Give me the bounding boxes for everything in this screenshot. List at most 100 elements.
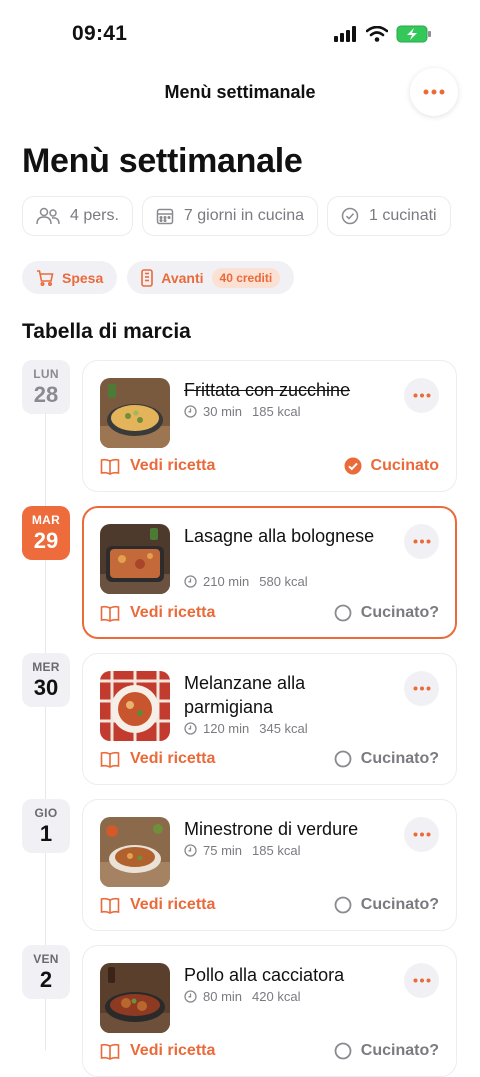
dish-meta: 80 min 420 kcal (184, 989, 300, 1004)
dish-kcal: 580 kcal (259, 574, 308, 589)
view-recipe-label: Vedi ricetta (130, 457, 216, 474)
day-number: 2 (39, 966, 53, 992)
cart-icon (37, 269, 54, 286)
signal-icon (334, 26, 356, 42)
view-recipe-label: Vedi ricetta (130, 896, 216, 913)
cooked-toggle[interactable]: Cucinato? (334, 750, 439, 768)
meal-card[interactable]: Melanzane alla parmigiana 120 min 345 kc… (82, 653, 457, 785)
cooked-toggle[interactable]: Cucinato? (334, 896, 439, 914)
dish-title: Frittata con zucchine (184, 380, 351, 400)
dish-photo (100, 671, 170, 741)
chip-people[interactable]: 4 pers. (22, 196, 133, 236)
more-options-button[interactable] (410, 68, 458, 116)
phone-icon (141, 268, 154, 287)
card-more-button[interactable] (404, 524, 439, 559)
dish-kcal: 345 kcal (259, 721, 308, 736)
meal-card[interactable]: Pollo alla cacciatora 80 min 420 kcal Ve… (82, 945, 457, 1077)
book-icon (100, 1043, 120, 1060)
day-number: 1 (39, 820, 53, 846)
calendar-icon (156, 208, 174, 225)
dish-time: 30 min (203, 404, 243, 419)
chip-cooked-label: 1 cucinati (369, 207, 437, 224)
section-title: Tabella di marcia (22, 320, 191, 343)
system-icons (334, 25, 432, 43)
shopping-button[interactable]: Spesa (22, 261, 118, 294)
dish-time: 210 min (203, 574, 250, 589)
dish-meta: 30 min 185 kcal (184, 404, 300, 419)
day-weekday: MER (32, 659, 60, 674)
ellipsis-icon (413, 393, 430, 398)
cooked-status-label: Cucinato? (360, 896, 439, 913)
action-row: Spesa Avanti 40 crediti (22, 261, 295, 294)
view-recipe-label: Vedi ricetta (130, 750, 216, 767)
dish-title: Minestrone di verdure (184, 819, 359, 839)
day-badge-today[interactable]: MAR 29 (22, 506, 70, 560)
card-more-button[interactable] (404, 378, 439, 413)
clock-icon (184, 405, 197, 418)
shopping-label: Spesa (62, 269, 104, 286)
ellipsis-icon (413, 686, 430, 691)
dish-kcal: 185 kcal (252, 843, 301, 858)
check-circle-icon (341, 207, 359, 225)
ellipsis-icon (413, 832, 430, 837)
circle-outline-icon (334, 604, 352, 622)
day-badge[interactable]: LUN 28 (22, 360, 70, 414)
clock-icon (184, 990, 197, 1003)
status-time: 09:41 (72, 22, 128, 45)
circle-outline-icon (334, 1042, 352, 1060)
navigation-bar: Menù settimanale (0, 62, 480, 124)
battery-charging-icon (396, 25, 431, 43)
view-recipe-link[interactable]: Vedi ricetta (100, 457, 215, 475)
meal-card-active[interactable]: Lasagne alla bolognese 210 min 580 kcal … (82, 506, 457, 639)
chip-days-label: 7 giorni in cucina (183, 207, 304, 224)
day-badge[interactable]: GIO 1 (22, 799, 70, 853)
cooked-status-label: Cucinato (370, 457, 439, 474)
view-recipe-label: Vedi ricetta (130, 1042, 216, 1059)
dish-time: 80 min (203, 989, 243, 1004)
ellipsis-icon (413, 539, 430, 544)
ellipsis-icon (423, 89, 445, 95)
dish-photo (100, 817, 170, 887)
next-label: Avanti (161, 269, 204, 286)
dish-kcal: 185 kcal (252, 404, 301, 419)
day-weekday: MAR (31, 512, 61, 527)
circle-outline-icon (334, 750, 352, 768)
chip-cooked[interactable]: 1 cucinati (327, 196, 451, 236)
dish-meta: 210 min 580 kcal (184, 574, 308, 589)
wifi-icon (366, 26, 388, 42)
day-number: 29 (33, 527, 59, 553)
cooked-status-label: Cucinato? (360, 604, 439, 621)
cooked-toggle[interactable]: Cucinato (344, 457, 439, 475)
view-recipe-link[interactable]: Vedi ricetta (100, 1042, 215, 1060)
view-recipe-link[interactable]: Vedi ricetta (100, 604, 215, 622)
view-recipe-label: Vedi ricetta (130, 604, 216, 621)
card-more-button[interactable] (404, 671, 439, 706)
ellipsis-icon (413, 978, 430, 983)
day-badge[interactable]: VEN 2 (22, 945, 70, 999)
book-icon (100, 605, 120, 622)
meal-card[interactable]: Frittata con zucchine 30 min 185 kcal Ve… (82, 360, 457, 492)
cooked-toggle[interactable]: Cucinato? (334, 604, 439, 622)
dish-meta: 120 min 345 kcal (184, 721, 308, 736)
day-badge[interactable]: MER 30 (22, 653, 70, 707)
day-weekday: VEN (33, 951, 59, 966)
cooked-toggle[interactable]: Cucinato? (334, 1042, 439, 1060)
meal-card[interactable]: Minestrone di verdure 75 min 185 kcal Ve… (82, 799, 457, 931)
chip-days[interactable]: 7 giorni in cucina (141, 196, 318, 236)
clock-icon (184, 575, 197, 588)
view-recipe-link[interactable]: Vedi ricetta (100, 896, 215, 914)
cooked-status-label: Cucinato? (360, 1042, 439, 1059)
clock-icon (184, 722, 197, 735)
clock-icon (184, 844, 197, 857)
page-title: Menù settimanale (22, 142, 303, 180)
dish-time: 75 min (203, 843, 243, 858)
day-number: 28 (33, 381, 59, 407)
card-more-button[interactable] (404, 963, 439, 998)
view-recipe-link[interactable]: Vedi ricetta (100, 750, 215, 768)
dish-title: Lasagne alla bolognese (184, 526, 375, 546)
card-more-button[interactable] (404, 817, 439, 852)
day-number: 30 (33, 674, 59, 700)
next-button[interactable]: Avanti 40 crediti (127, 261, 295, 294)
dish-kcal: 420 kcal (252, 989, 301, 1004)
nav-title: Menù settimanale (164, 82, 316, 102)
